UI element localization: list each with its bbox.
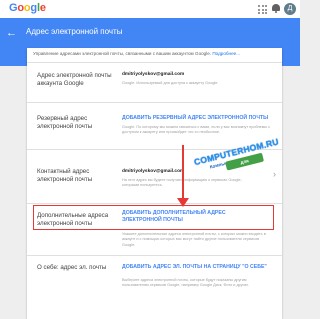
annotation-arrow-shaft: [182, 145, 184, 201]
row-label: Адрес электронной почты аккаунта Google: [37, 72, 112, 87]
apps-grid-icon[interactable]: [258, 5, 267, 14]
add-about-me-email-button[interactable]: ДОБАВИТЬ АДРЕС ЭЛ. ПОЧТЫ НА СТРАНИЦУ "О …: [122, 264, 272, 271]
page-title: Адрес электронной почты: [26, 27, 123, 36]
row-label: Контактный адрес электронной почты: [37, 168, 93, 183]
row-value: dmitriyolyskov@gmail.com: [122, 169, 185, 174]
intro-text: Управление адресами электронной почты, с…: [33, 51, 241, 56]
highlight-box: [33, 205, 274, 230]
list-item-account-email[interactable]: Адрес электронной почты аккаунта Google …: [27, 62, 282, 102]
learn-more-link[interactable]: Подробнее...: [212, 51, 240, 56]
row-description: Google. По которому мы можем связаться с…: [122, 125, 271, 135]
row-description: Укажите дополнительные адреса электронно…: [122, 232, 266, 247]
row-label: О себе: адрес эл. почты: [37, 264, 107, 271]
add-backup-email-button[interactable]: ДОБАВИТЬ РЕЗЕРВНЫЙ АДРЕС ЭЛЕКТРОННОЙ ПОЧ…: [122, 115, 268, 122]
row-description: Google. Используемый для доступа к аккау…: [122, 81, 219, 85]
list-item-backup-email[interactable]: Резервный адрес электронной почты ДОБАВИ…: [27, 102, 282, 149]
row-value: dmitriyolyskov@gmail.com: [122, 72, 185, 77]
row-label: Резервный адрес электронной почты: [37, 115, 93, 130]
chevron-right-icon[interactable]: ›: [273, 169, 276, 179]
annotation-arrow-head: [177, 198, 189, 207]
arrow-back-icon[interactable]: ←: [6, 27, 18, 39]
top-bar: Google Д: [0, 0, 300, 18]
list-item-about-me-email[interactable]: О себе: адрес эл. почты ДОБАВИТЬ АДРЕС Э…: [27, 255, 282, 319]
email-settings-card: Управление адресами электронной почты, с…: [27, 48, 282, 319]
row-description: Выберите адреса электронной почты, котор…: [122, 278, 250, 288]
google-logo[interactable]: Google: [9, 2, 46, 14]
notifications-bell-icon[interactable]: [272, 4, 280, 13]
avatar[interactable]: Д: [284, 3, 296, 15]
